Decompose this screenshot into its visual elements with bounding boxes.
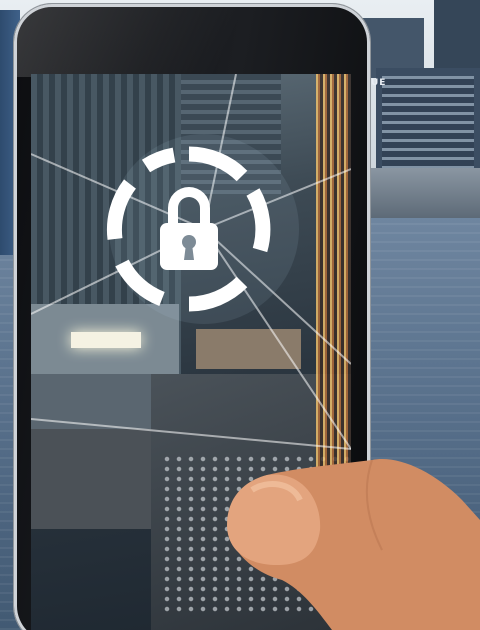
building-sign: UE [371,78,387,88]
hand [227,459,480,630]
waterfront-pier [368,168,480,218]
padlock-icon [106,146,271,312]
building-right-far [434,0,480,72]
photo-scene: UE [0,0,480,630]
